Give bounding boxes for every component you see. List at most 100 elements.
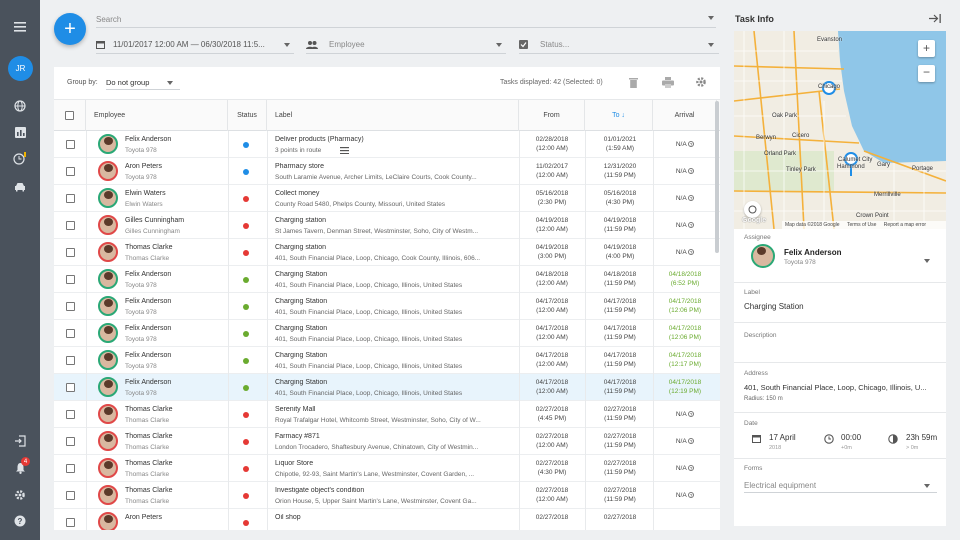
- label-section[interactable]: Label Charging Station: [734, 283, 946, 323]
- task-address: 3 points in route: [275, 147, 322, 154]
- help-circle-icon[interactable]: ?: [688, 222, 695, 229]
- user-avatar[interactable]: JR: [8, 56, 33, 81]
- header-select-all[interactable]: [54, 100, 86, 131]
- help-icon[interactable]: ?: [10, 511, 30, 531]
- from-cell: 04/17/2018 (12:00 AM): [535, 352, 569, 368]
- to-cell: 02/27/2018 (11:59 PM): [603, 406, 637, 422]
- employee-avatar: [98, 404, 118, 424]
- table-row[interactable]: Felix Anderson Toyota 978 Charging Station…: [54, 266, 720, 293]
- search-chevron-down-icon[interactable]: [708, 16, 714, 20]
- table-row[interactable]: Gilles Cunningham Gilles Cunningham Chargi…: [54, 212, 720, 239]
- logout-icon[interactable]: [10, 431, 30, 451]
- table-row[interactable]: Thomas Clarke Thomas Clarke Charging stati…: [54, 239, 720, 266]
- collapse-panel-icon[interactable]: [929, 14, 941, 23]
- car-icon[interactable]: [10, 177, 30, 197]
- help-circle-icon[interactable]: ?: [688, 438, 695, 445]
- chart-icon[interactable]: [10, 122, 30, 142]
- table-row[interactable]: Felix Anderson Toyota 978 Charging Station…: [54, 347, 720, 374]
- task-label: Oil shop: [275, 514, 301, 521]
- row-checkbox[interactable]: [66, 410, 75, 419]
- help-circle-icon[interactable]: ?: [688, 141, 695, 148]
- row-checkbox[interactable]: [66, 167, 75, 176]
- zoom-out-button[interactable]: −: [918, 65, 935, 82]
- header-arrival[interactable]: Arrival: [653, 100, 717, 131]
- task-label: Investigate object's condition: [275, 487, 365, 494]
- table-row[interactable]: Felix Anderson Toyota 978 Charging Station…: [54, 293, 720, 320]
- table-row[interactable]: Elwin Waters Elwin Waters Collect money Cou…: [54, 185, 720, 212]
- column-divider: [86, 347, 87, 374]
- employee-vehicle: Toyota 978: [125, 363, 157, 370]
- help-circle-icon[interactable]: ?: [688, 195, 695, 202]
- table-row[interactable]: Thomas Clarke Thomas Clarke Liquor Store Ch…: [54, 455, 720, 482]
- table-row[interactable]: Aron Peters Oil shop 02/27/2018 02/27/2018: [54, 509, 720, 530]
- map-layers-button[interactable]: [744, 201, 761, 218]
- globe-icon[interactable]: [10, 96, 30, 116]
- to-cell: 04/18/2018 (11:59 PM): [603, 271, 637, 287]
- row-checkbox[interactable]: [66, 221, 75, 230]
- google-logo: Google: [742, 217, 767, 224]
- table-row[interactable]: Thomas Clarke Thomas Clarke Serenity Mall R…: [54, 401, 720, 428]
- column-divider: [653, 266, 654, 293]
- employee-vehicle: Elwin Waters: [125, 201, 163, 208]
- table-row[interactable]: Thomas Clarke Thomas Clarke Investigate ob…: [54, 482, 720, 509]
- time-value[interactable]: 00:00: [841, 433, 861, 442]
- trash-icon[interactable]: [629, 77, 638, 88]
- table-row[interactable]: Thomas Clarke Thomas Clarke Farmacy #871 Lo…: [54, 428, 720, 455]
- clock-icon[interactable]: [10, 148, 30, 168]
- menu-icon[interactable]: [10, 17, 30, 37]
- row-checkbox[interactable]: [66, 464, 75, 473]
- row-checkbox[interactable]: [66, 302, 75, 311]
- header-from[interactable]: From: [519, 100, 585, 131]
- column-divider: [228, 293, 229, 320]
- print-icon[interactable]: [662, 77, 674, 88]
- row-checkbox[interactable]: [66, 356, 75, 365]
- row-checkbox[interactable]: [66, 518, 75, 527]
- date-chevron-down-icon[interactable]: [284, 43, 290, 47]
- row-checkbox[interactable]: [66, 491, 75, 500]
- help-circle-icon[interactable]: ?: [688, 168, 695, 175]
- zoom-in-button[interactable]: +: [918, 40, 935, 57]
- group-by-select[interactable]: Do not group: [106, 75, 180, 90]
- row-checkbox[interactable]: [66, 248, 75, 257]
- status-chevron-down-icon[interactable]: [708, 43, 714, 47]
- column-divider: [267, 509, 268, 530]
- table-row[interactable]: Felix Anderson Toyota 978 Charging Station…: [54, 320, 720, 347]
- help-circle-icon[interactable]: ?: [688, 465, 695, 472]
- date-range-field[interactable]: 11/01/2017 12:00 AM — 06/30/2018 11:5...: [96, 36, 294, 54]
- description-section[interactable]: Description: [734, 323, 946, 363]
- duration-value[interactable]: 23h 59m: [906, 433, 937, 442]
- settings-gear-icon[interactable]: [695, 76, 707, 88]
- table-row[interactable]: Felix Anderson Toyota 978 Charging Station…: [54, 374, 720, 401]
- map[interactable]: Evanston Chicago Oak Park Berwyn Cicero Orlan…: [734, 31, 946, 229]
- help-circle-icon[interactable]: ?: [688, 411, 695, 418]
- row-checkbox[interactable]: [66, 275, 75, 284]
- header-to[interactable]: To ↓: [585, 100, 653, 131]
- row-checkbox[interactable]: [66, 437, 75, 446]
- forms-select[interactable]: Electrical equipment: [744, 478, 937, 493]
- row-checkbox[interactable]: [66, 329, 75, 338]
- status-field[interactable]: Status...: [519, 36, 719, 54]
- column-divider: [585, 131, 586, 158]
- date-value[interactable]: 17 April: [769, 433, 796, 442]
- row-checkbox[interactable]: [66, 194, 75, 203]
- header-label[interactable]: Label: [267, 100, 519, 131]
- table-scrollbar[interactable]: [715, 101, 719, 253]
- row-checkbox[interactable]: [66, 140, 75, 149]
- table-row[interactable]: Felix Anderson Toyota 978 Deliver products…: [54, 131, 720, 158]
- employee-field[interactable]: Employee: [306, 36, 506, 54]
- list-icon[interactable]: [340, 147, 349, 154]
- search-input[interactable]: Search: [96, 12, 716, 28]
- row-checkbox[interactable]: [66, 383, 75, 392]
- table-row[interactable]: Aron Peters Toyota 978 Pharmacy store South…: [54, 158, 720, 185]
- assignee-section[interactable]: Assignee Felix Anderson Toyota 978: [734, 229, 946, 283]
- help-circle-icon[interactable]: ?: [688, 492, 695, 499]
- arrival-cell: N/A ?: [675, 465, 695, 472]
- select-all-checkbox[interactable]: [65, 111, 74, 120]
- header-employee[interactable]: Employee: [86, 100, 228, 131]
- header-status[interactable]: Status: [228, 100, 267, 131]
- address-section[interactable]: Address 401, South Financial Place, Loop…: [734, 363, 946, 413]
- gear-icon[interactable]: [10, 485, 30, 505]
- add-task-button[interactable]: +: [54, 13, 86, 45]
- employee-chevron-down-icon[interactable]: [496, 43, 502, 47]
- help-circle-icon[interactable]: ?: [688, 249, 695, 256]
